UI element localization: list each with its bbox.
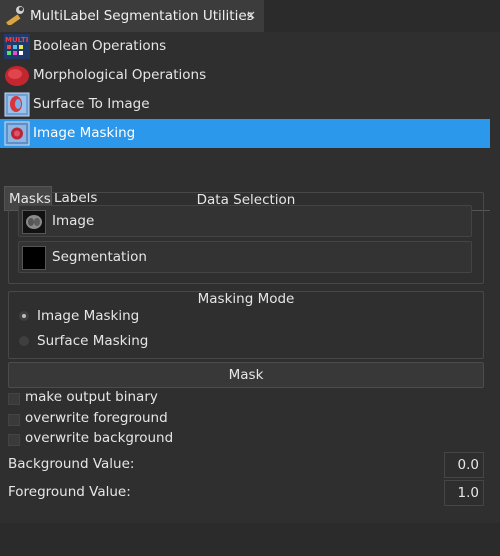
- tool-label: Surface To Image: [33, 96, 150, 112]
- make-output-binary-label: make output binary: [25, 389, 158, 405]
- segmentation-thumbnail-icon: [22, 246, 46, 270]
- surface-masking-radio-label: Surface Masking: [37, 333, 149, 349]
- wrench-icon: [6, 6, 24, 25]
- plugin-panel: MULTI Boolean Operations Morphological O…: [0, 32, 500, 523]
- tool-label: Image Masking: [33, 125, 136, 141]
- tool-item-surface-to-image[interactable]: Surface To Image: [0, 90, 490, 119]
- overwrite-foreground-checkbox[interactable]: overwrite foreground: [8, 410, 208, 428]
- foreground-value-label: Foreground Value:: [8, 484, 131, 500]
- tool-label: Morphological Operations: [33, 67, 207, 83]
- tool-item-morphological-operations[interactable]: Morphological Operations: [0, 61, 490, 90]
- tab-bar: MultiLabel Segmentation Utilities ×: [0, 0, 500, 32]
- multilabel-boolean-icon: MULTI: [4, 34, 30, 59]
- foreground-value-text: 1.0: [457, 485, 479, 501]
- tool-label: Boolean Operations: [33, 38, 167, 54]
- foreground-value-input[interactable]: 1.0: [444, 480, 484, 506]
- overwrite-foreground-label: overwrite foreground: [25, 410, 168, 426]
- radio-indicator: [19, 311, 29, 321]
- checkbox-indicator: [8, 414, 20, 426]
- masking-mode-title: Masking Mode: [197, 291, 295, 307]
- checkbox-indicator: [8, 393, 20, 405]
- tool-item-boolean-operations[interactable]: MULTI Boolean Operations: [0, 32, 490, 61]
- surface-to-image-icon: [4, 92, 30, 117]
- data-selection-frame: Data Selection Image Segmentation: [8, 192, 484, 284]
- mask-button-label: Mask: [228, 367, 264, 383]
- image-node-selector[interactable]: Image: [18, 205, 472, 237]
- overwrite-background-label: overwrite background: [25, 430, 174, 446]
- morphological-icon: [5, 66, 29, 86]
- tab-title: MultiLabel Segmentation Utilities: [30, 8, 254, 24]
- image-node-label: Image: [52, 213, 95, 229]
- image-masking-icon: [4, 121, 30, 146]
- surface-masking-radio[interactable]: Surface Masking: [19, 333, 179, 351]
- mask-button[interactable]: Mask: [8, 362, 484, 388]
- segmentation-node-selector[interactable]: Segmentation: [18, 241, 472, 273]
- checkbox-indicator: [8, 434, 20, 446]
- background-value-text: 0.0: [457, 457, 479, 473]
- make-output-binary-checkbox[interactable]: make output binary: [8, 389, 208, 407]
- image-masking-radio-label: Image Masking: [37, 308, 140, 324]
- radio-indicator: [19, 336, 29, 346]
- svg-text:MULTI: MULTI: [5, 36, 28, 44]
- image-masking-radio[interactable]: Image Masking: [19, 308, 179, 326]
- tool-item-image-masking[interactable]: Image Masking: [0, 119, 490, 148]
- masking-mode-group: Masking Mode Image Masking Surface Maski…: [8, 291, 484, 359]
- background-value-input[interactable]: 0.0: [444, 452, 484, 478]
- segmentation-node-label: Segmentation: [52, 249, 147, 265]
- background-value-label: Background Value:: [8, 456, 135, 472]
- overwrite-background-checkbox[interactable]: overwrite background: [8, 430, 208, 448]
- close-icon[interactable]: ×: [246, 8, 256, 22]
- image-thumbnail-icon: [22, 210, 46, 234]
- tab-multilabel-segmentation-utilities[interactable]: MultiLabel Segmentation Utilities ×: [0, 0, 264, 32]
